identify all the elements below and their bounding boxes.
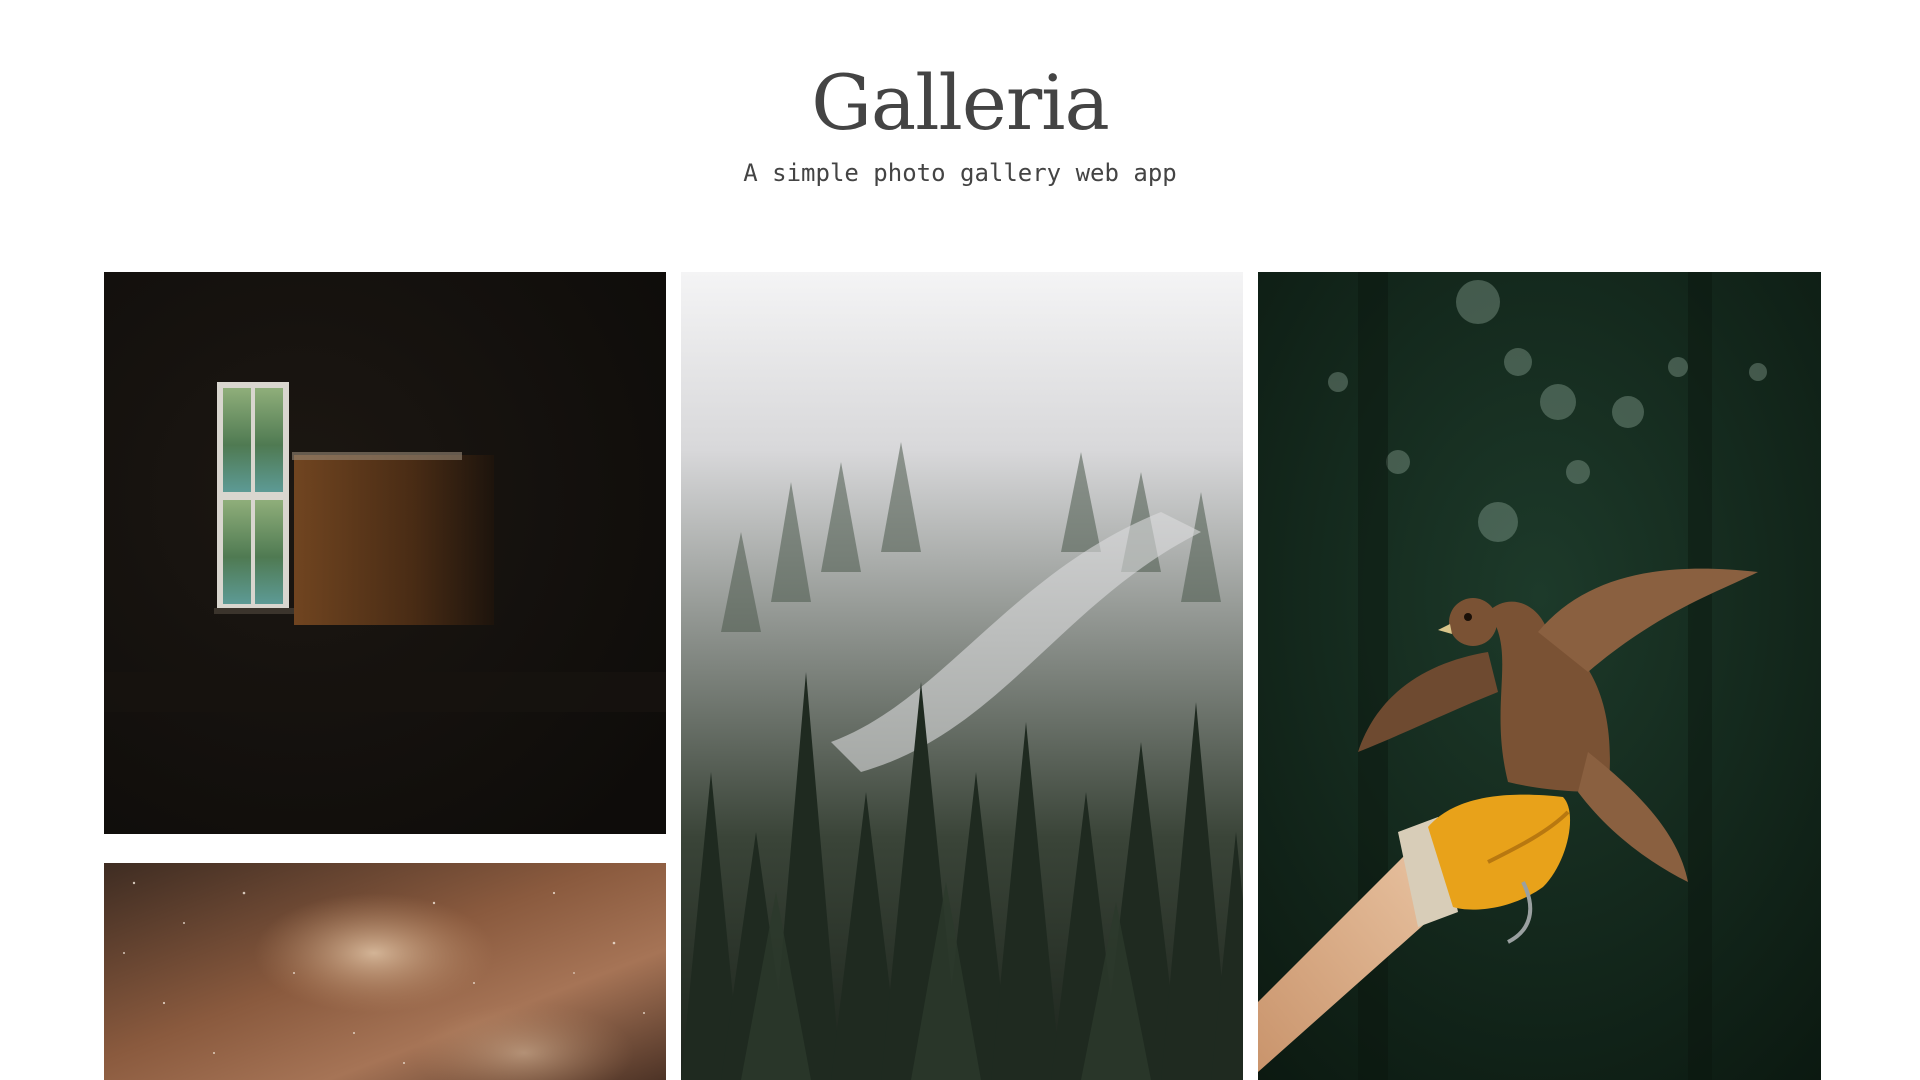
photo-kestrel-image — [1258, 272, 1821, 1080]
gallery-photo-kestrel[interactable] — [1258, 272, 1821, 1080]
gallery-photo-forest[interactable] — [681, 272, 1243, 1080]
photo-window-image — [104, 272, 666, 834]
photo-stars-image — [104, 863, 666, 1080]
gallery-photo-stars[interactable] — [104, 863, 666, 1080]
photo-gallery — [0, 0, 1920, 1080]
gallery-photo-window[interactable] — [104, 272, 666, 834]
photo-forest-image — [681, 272, 1243, 1080]
